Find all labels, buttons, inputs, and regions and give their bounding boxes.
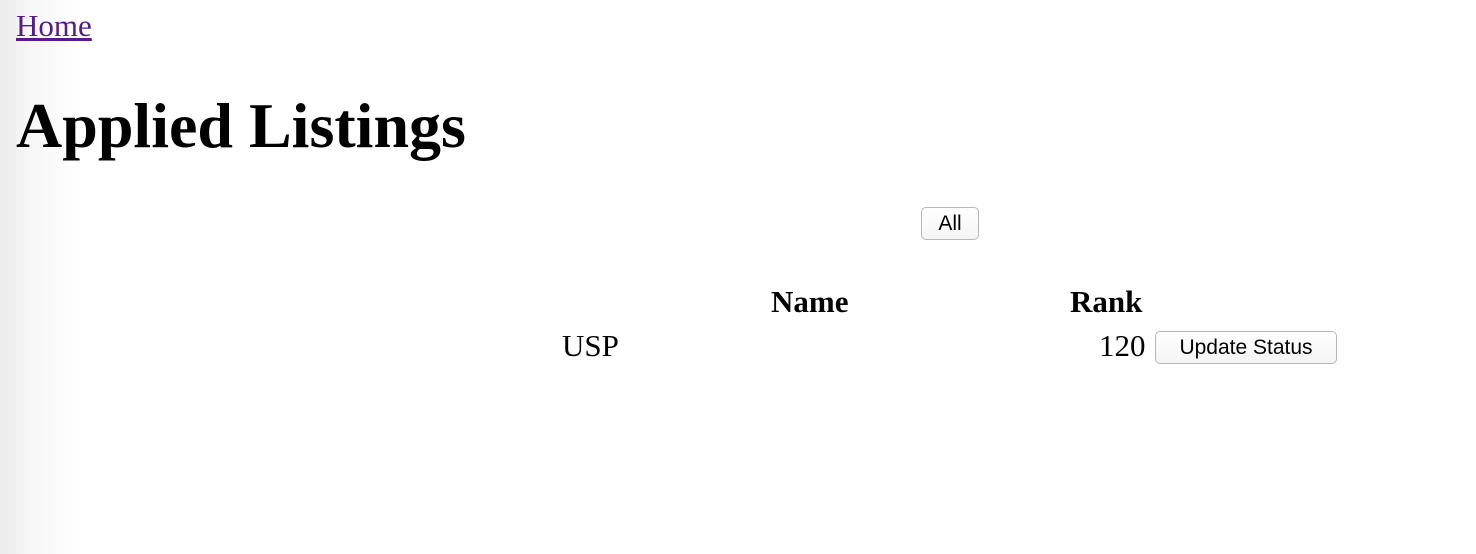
page-title: Applied Listings (16, 90, 466, 161)
home-link[interactable]: Home (16, 8, 92, 44)
filter-all-button[interactable]: All (921, 207, 979, 240)
column-header-name: Name (771, 284, 849, 319)
column-header-rank: Rank (1070, 284, 1143, 319)
update-status-button[interactable]: Update Status (1155, 331, 1337, 364)
listing-rank-cell: 120 (1099, 328, 1146, 363)
listing-name-cell: USP (562, 328, 619, 363)
